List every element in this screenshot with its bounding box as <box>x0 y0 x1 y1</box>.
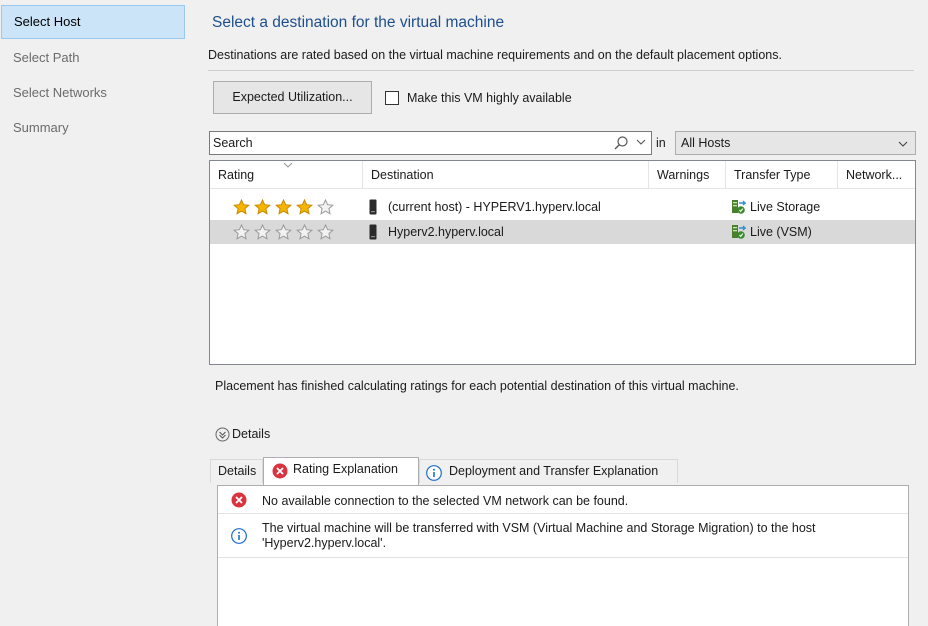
details-toggle-label: Details <box>232 427 271 441</box>
search-icon[interactable] <box>613 135 629 151</box>
column-header-network[interactable]: Network... <box>838 161 915 189</box>
error-icon <box>231 492 247 508</box>
destination-name: (current host) - HYPERV1.hyperv.local <box>388 200 601 214</box>
star-filled-icon <box>296 199 313 215</box>
info-icon <box>231 528 247 544</box>
search-input[interactable]: Search <box>209 131 652 155</box>
search-placeholder: Search <box>213 136 253 150</box>
transfer-type: Live Storage <box>750 200 821 214</box>
star-empty-icon <box>296 224 313 240</box>
star-empty-icon <box>317 224 334 240</box>
host-scope-value: All Hosts <box>681 136 731 150</box>
message-text: No available connection to the selected … <box>262 494 629 508</box>
column-header-transfer-type[interactable]: Transfer Type <box>726 161 838 189</box>
star-filled-icon <box>233 199 250 215</box>
list-item[interactable]: The virtual machine will be transferred … <box>218 514 908 558</box>
error-icon <box>272 463 288 479</box>
tab-rating-explanation[interactable]: Rating Explanation <box>263 457 419 485</box>
star-empty-icon <box>275 224 292 240</box>
wizard-nav: Select Host Select Path Select Networks … <box>0 0 186 626</box>
search-scope-label: in <box>656 136 666 150</box>
page-title: Select a destination for the virtual mac… <box>212 14 505 31</box>
info-icon <box>426 465 442 481</box>
server-icon <box>369 224 377 240</box>
highly-available-label: Make this VM highly available <box>407 91 572 105</box>
star-filled-icon <box>275 199 292 215</box>
star-empty-icon <box>317 199 334 215</box>
chevron-down-icon[interactable] <box>635 136 647 148</box>
divider <box>208 70 914 71</box>
destination-name: Hyperv2.hyperv.local <box>388 225 504 239</box>
live-migration-icon <box>732 200 746 214</box>
server-icon <box>369 199 377 215</box>
page-description: Destinations are rated based on the virt… <box>208 48 782 62</box>
table-row[interactable]: Hyperv2.hyperv.local Live (VSM) <box>210 220 915 244</box>
live-migration-icon <box>732 225 746 239</box>
nav-item-select-path[interactable]: Select Path <box>0 41 184 75</box>
highly-available-checkbox[interactable] <box>385 91 399 105</box>
chevron-down-icon <box>898 141 908 147</box>
destinations-grid[interactable]: Rating Destination Warnings Transfer Typ… <box>209 160 916 365</box>
sort-descending-icon <box>283 162 293 168</box>
column-header-destination[interactable]: Destination <box>363 161 649 189</box>
transfer-type: Live (VSM) <box>750 225 812 239</box>
host-scope-select[interactable]: All Hosts <box>675 131 916 155</box>
status-message: Placement has finished calculating ratin… <box>215 379 739 393</box>
column-header-rating[interactable]: Rating <box>210 161 363 189</box>
tab-deployment-transfer-explanation[interactable]: Deployment and Transfer Explanation <box>419 459 678 483</box>
nav-item-summary[interactable]: Summary <box>0 111 184 145</box>
nav-item-select-host[interactable]: Select Host <box>1 5 185 39</box>
tab-details[interactable]: Details <box>210 459 263 483</box>
grid-header: Rating Destination Warnings Transfer Typ… <box>210 161 915 189</box>
message-text: The virtual machine will be transferred … <box>262 521 816 550</box>
expected-utilization-button[interactable]: Expected Utilization... <box>213 81 372 114</box>
star-filled-icon <box>254 199 271 215</box>
rating-explanation-panel: No available connection to the selected … <box>217 485 909 626</box>
list-item[interactable]: No available connection to the selected … <box>218 486 908 514</box>
column-header-warnings[interactable]: Warnings <box>649 161 726 189</box>
collapse-chevron-icon <box>215 427 230 442</box>
star-empty-icon <box>233 224 250 240</box>
nav-item-select-networks[interactable]: Select Networks <box>0 76 184 110</box>
star-empty-icon <box>254 224 271 240</box>
table-row[interactable]: (current host) - HYPERV1.hyperv.local Li… <box>210 195 915 219</box>
